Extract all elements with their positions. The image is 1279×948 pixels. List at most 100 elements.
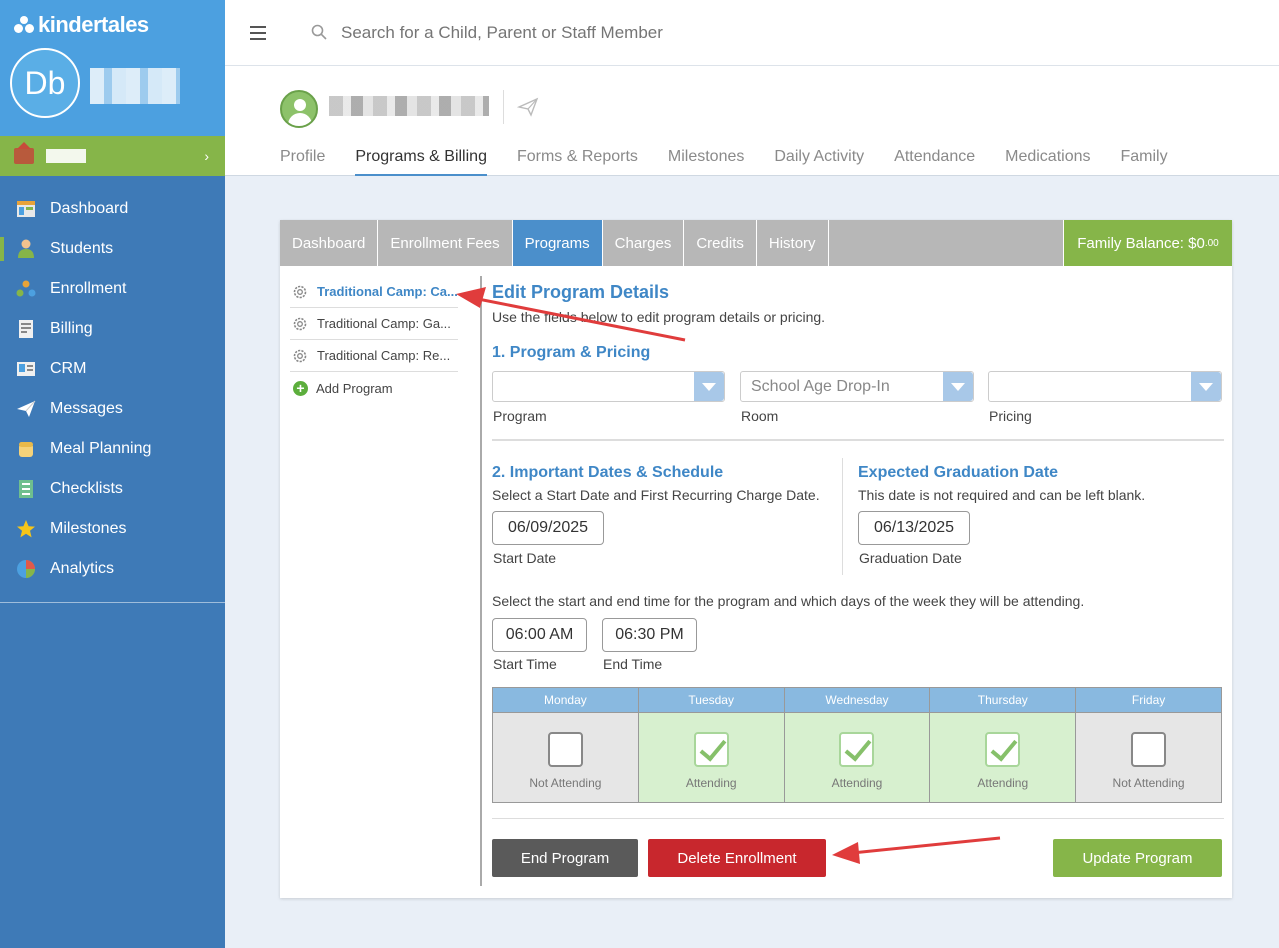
kindertales-logo-icon: [14, 16, 34, 34]
room-select[interactable]: School Age Drop-In: [740, 371, 974, 402]
time-description: Select the start and end time for the pr…: [492, 593, 1085, 609]
start-time-input[interactable]: 06:00 AM: [492, 618, 587, 652]
checkbox[interactable]: [1131, 731, 1167, 767]
delete-enrollment-button[interactable]: Delete Enrollment: [648, 839, 826, 877]
day-tuesday: Tuesday Attending: [638, 688, 785, 802]
pie-chart-icon: [16, 559, 36, 579]
add-program-button[interactable]: + Add Program: [290, 372, 458, 404]
sidebar-item-milestones[interactable]: Milestones: [0, 509, 225, 549]
search-input[interactable]: [341, 18, 841, 48]
sidebar-item-label: Billing: [50, 320, 93, 337]
subtab-credits[interactable]: Credits: [684, 220, 757, 266]
section-dates-description: Select a Start Date and First Recurring …: [492, 487, 820, 503]
checkbox[interactable]: [547, 731, 583, 767]
user-avatar[interactable]: Db: [10, 48, 80, 118]
subtab-dashboard[interactable]: Dashboard: [280, 220, 379, 266]
day-name: Friday: [1076, 688, 1221, 713]
tab-attendance[interactable]: Attendance: [894, 148, 975, 176]
sidebar-item-messages[interactable]: Messages: [0, 389, 225, 429]
checkbox-checked[interactable]: [693, 731, 729, 767]
program-item[interactable]: Traditional Camp: Ga...: [290, 308, 458, 340]
sidebar-item-crm[interactable]: CRM: [0, 349, 225, 389]
child-header: Profile Programs & Billing Forms & Repor…: [225, 66, 1279, 176]
family-balance: Family Balance: $0.00: [1063, 220, 1232, 266]
brand-name: kindertales: [38, 12, 149, 37]
subtab-charges[interactable]: Charges: [603, 220, 685, 266]
program-select[interactable]: [492, 371, 725, 402]
day-status: Not Attending: [529, 775, 602, 790]
day-cell[interactable]: Attending: [638, 713, 784, 802]
day-cell[interactable]: Attending: [930, 713, 1076, 802]
start-date-input[interactable]: 06/09/2025: [492, 511, 604, 545]
tab-medications[interactable]: Medications: [1005, 148, 1090, 176]
section-dates-title: 2. Important Dates & Schedule: [492, 464, 724, 481]
tab-programs-billing[interactable]: Programs & Billing: [355, 148, 487, 176]
edit-program-title: Edit Program Details: [492, 282, 670, 302]
chevron-right-icon: ›: [204, 148, 209, 164]
brand-logo[interactable]: kindertales: [14, 12, 149, 38]
pricing-select[interactable]: [988, 371, 1222, 402]
dashboard-icon: [16, 199, 36, 219]
sidebar-divider: [0, 602, 225, 603]
school-selector[interactable]: ›: [0, 136, 225, 176]
day-name: Wednesday: [784, 688, 930, 713]
tab-profile[interactable]: Profile: [280, 148, 325, 176]
sidebar-item-checklists[interactable]: Checklists: [0, 469, 225, 509]
start-time-label: Start Time: [493, 656, 557, 672]
billing-panel: Dashboard Enrollment Fees Programs Charg…: [280, 220, 1232, 898]
graduation-date-label: Graduation Date: [859, 550, 962, 566]
day-name: Tuesday: [638, 688, 784, 713]
sidebar-header: kindertales Db: [0, 0, 225, 136]
graduation-title: Expected Graduation Date: [858, 464, 1059, 481]
sidebar-item-dashboard[interactable]: Dashboard: [0, 189, 225, 229]
tab-daily-activity[interactable]: Daily Activity: [774, 148, 864, 176]
start-date-label: Start Date: [493, 550, 557, 566]
graduation-description: This date is not required and can be lef…: [858, 487, 1146, 503]
subtab-history[interactable]: History: [757, 220, 829, 266]
add-program-label: Add Program: [316, 380, 393, 396]
checkbox-checked[interactable]: [985, 731, 1021, 767]
graduation-date-input[interactable]: 06/13/2025: [858, 511, 970, 545]
sidebar-item-label: Milestones: [50, 520, 127, 537]
day-cell[interactable]: Attending: [784, 713, 930, 802]
program-item[interactable]: Traditional Camp: Ca...: [290, 276, 458, 308]
gear-icon: [293, 285, 307, 298]
day-cell[interactable]: Not Attending: [493, 713, 638, 802]
sidebar-item-analytics[interactable]: Analytics: [0, 549, 225, 589]
subtab-enrollment-fees[interactable]: Enrollment Fees: [378, 220, 513, 266]
day-status: Not Attending: [1112, 775, 1185, 790]
tab-family[interactable]: Family: [1121, 148, 1168, 176]
update-program-button[interactable]: Update Program: [1053, 839, 1222, 877]
search-icon: [311, 24, 327, 40]
checklist-icon: [16, 479, 36, 499]
tab-forms-reports[interactable]: Forms & Reports: [517, 148, 638, 176]
family-balance-label: Family Balance: $0: [1077, 234, 1205, 252]
menu-icon[interactable]: [250, 26, 266, 40]
student-icon: [16, 239, 36, 259]
program-label: Program: [493, 408, 547, 424]
sidebar-item-billing[interactable]: Billing: [0, 309, 225, 349]
program-item-label: Traditional Camp: Ga...: [317, 316, 451, 331]
paper-plane-icon: [16, 399, 36, 419]
end-program-button[interactable]: End Program: [492, 839, 638, 877]
subtab-programs[interactable]: Programs: [512, 220, 603, 266]
day-thursday: Thursday Attending: [930, 688, 1077, 802]
day-status: Attending: [977, 775, 1029, 790]
sidebar-item-label: Dashboard: [50, 200, 129, 217]
sidebar-item-enrollment[interactable]: Enrollment: [0, 269, 225, 309]
chevron-down-icon: [943, 372, 973, 401]
checkbox-checked[interactable]: [839, 731, 875, 767]
day-cell[interactable]: Not Attending: [1076, 713, 1221, 802]
child-avatar[interactable]: [280, 90, 318, 128]
chevron-down-icon: [694, 372, 724, 401]
sidebar-item-label: Students: [50, 240, 114, 257]
paper-plane-icon[interactable]: [517, 96, 539, 118]
tab-milestones[interactable]: Milestones: [668, 148, 744, 176]
program-item[interactable]: Traditional Camp: Re...: [290, 340, 458, 372]
sidebar-item-students[interactable]: Students: [0, 229, 225, 269]
school-name-redacted: [46, 149, 86, 163]
program-item-label: Traditional Camp: Ca...: [317, 284, 458, 299]
end-time-input[interactable]: 06:30 PM: [602, 618, 697, 652]
sidebar-item-meal-planning[interactable]: Meal Planning: [0, 429, 225, 469]
day-status: Attending: [685, 775, 737, 790]
